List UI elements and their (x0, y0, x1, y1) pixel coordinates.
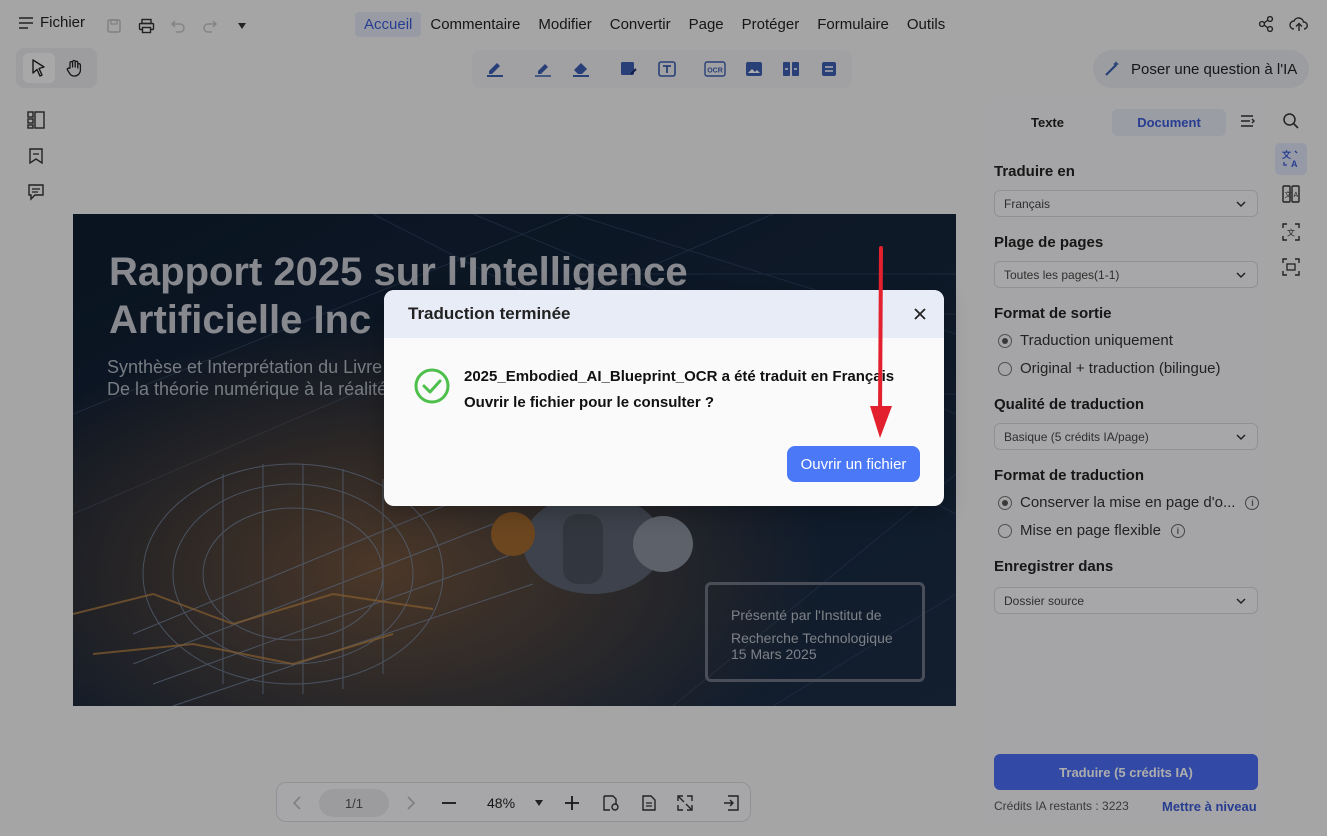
success-check-icon (414, 368, 450, 404)
annotation-arrow-icon (870, 246, 892, 438)
dialog-message-line-2: Ouvrir le fichier pour le consulter ? (464, 394, 715, 411)
translation-complete-dialog: Traduction terminée 2025_Embodied_AI_Blu… (384, 290, 944, 506)
close-icon[interactable] (910, 304, 930, 324)
dialog-title: Traduction terminée (384, 290, 944, 338)
open-file-button[interactable]: Ouvrir un fichier (787, 446, 920, 482)
dialog-message-line-1: 2025_Embodied_AI_Blueprint_OCR a été tra… (464, 368, 895, 385)
dialog-message: 2025_Embodied_AI_Blueprint_OCR a été tra… (464, 364, 894, 416)
